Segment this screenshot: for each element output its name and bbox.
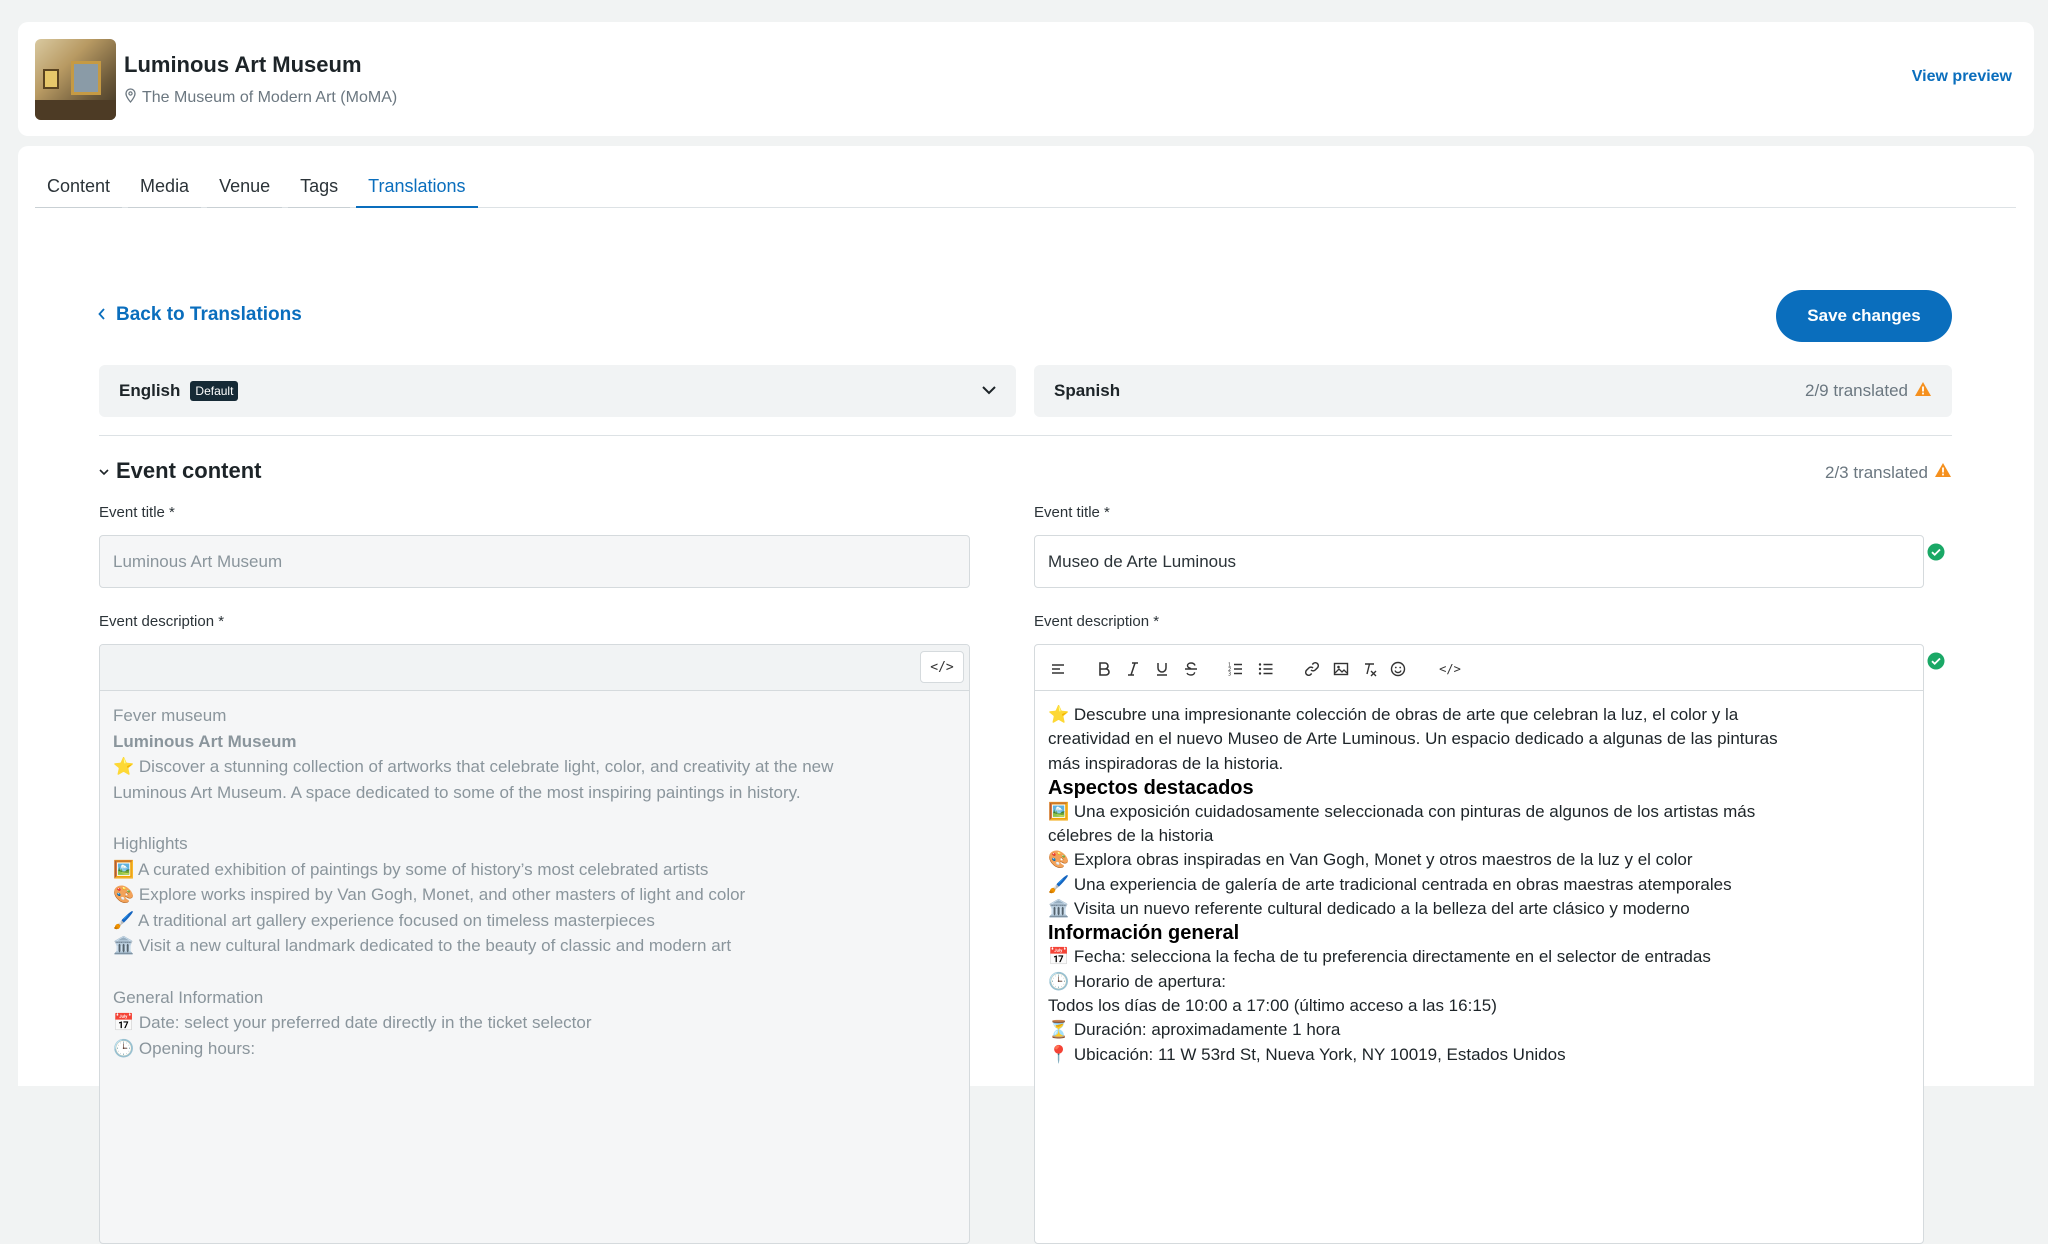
text-line: ⭐ Descubre una impresionante colección d… — [1048, 705, 1739, 724]
source-description-content: Fever museum Luminous Art Museum ⭐ Disco… — [100, 691, 969, 1073]
divider — [99, 435, 1952, 436]
tab-media[interactable]: Media — [128, 170, 202, 208]
code-view-button[interactable]: </> — [920, 651, 964, 683]
text-line: 📅 Date: select your preferred date direc… — [113, 1013, 592, 1033]
text-line: 🖼️ A curated exhibition of paintings by … — [113, 859, 709, 879]
target-language-box: Spanish 2/9 translated — [1034, 365, 1952, 417]
text-line: Fever museum — [113, 706, 227, 725]
target-title-input[interactable] — [1034, 535, 1924, 588]
location-pin-icon — [124, 88, 137, 108]
text-line: célebres de la historia — [1048, 826, 1214, 846]
check-circle-icon — [1927, 652, 1945, 670]
tab-venue[interactable]: Venue — [207, 170, 283, 208]
venue-name: The Museum of Modern Art (MoMA) — [142, 89, 398, 106]
warning-icon — [1934, 462, 1952, 483]
source-title-input — [99, 535, 970, 588]
text-line: Todos los días de 10:00 a 17:00 (último … — [1048, 995, 1497, 1015]
text-line: General Information — [113, 987, 264, 1007]
view-preview-link[interactable]: View preview — [1912, 68, 2012, 86]
ordered-list-icon[interactable]: 123 — [1227, 660, 1245, 678]
event-thumbnail — [35, 39, 116, 120]
chevron-down-icon — [980, 381, 998, 404]
heading-general-info: Información general — [1048, 922, 1240, 945]
section-status-text: 2/3 translated — [1824, 462, 1928, 482]
target-description-label: Event description * — [1034, 613, 1160, 630]
back-to-translations-link[interactable]: Back to Translations — [98, 304, 302, 326]
text-line: 🕒 Horario de apertura: — [1048, 971, 1227, 991]
target-description-content[interactable]: ⭐ Descubre una impresionante colección d… — [1035, 691, 1923, 1079]
source-description-label: Event description * — [99, 613, 225, 630]
source-language-select[interactable]: English Default — [99, 365, 1016, 417]
bold-icon[interactable] — [1095, 660, 1113, 678]
link-icon[interactable] — [1303, 660, 1321, 678]
warning-icon — [1914, 381, 1932, 402]
clear-formatting-icon[interactable] — [1361, 660, 1379, 678]
check-circle-icon — [1927, 543, 1945, 561]
image-icon[interactable] — [1332, 660, 1350, 678]
source-title-label: Event title * — [99, 504, 175, 521]
text-line: 🎨 Explore works inspired by Van Gogh, Mo… — [113, 885, 746, 905]
text-line: 🖌️ Una experiencia de galería de arte tr… — [1048, 874, 1732, 894]
target-language-name: Spanish — [1054, 381, 1121, 400]
text-line: 🏛️ Visita un nuevo referente cultural de… — [1048, 899, 1690, 919]
strikethrough-icon[interactable] — [1182, 660, 1200, 678]
heading-highlights: Aspectos destacados — [1048, 776, 1254, 799]
bullet-list-icon[interactable] — [1257, 660, 1275, 678]
text-line: Luminous Art Museum — [113, 731, 297, 751]
event-name: Luminous Art Museum — [124, 52, 362, 77]
section-status: 2/3 translated — [1825, 462, 1952, 483]
target-description-editor[interactable]: 123 </> ⭐ Descubre una impresionante col… — [1034, 644, 1924, 1244]
tab-bar: Content Media Venue Tags Translations — [35, 170, 2016, 208]
venue-row: The Museum of Modern Art (MoMA) — [124, 88, 397, 108]
default-badge: Default — [190, 381, 239, 401]
italic-icon[interactable] — [1124, 660, 1142, 678]
editor-toolbar: 123 </> — [1035, 645, 1923, 691]
align-left-icon[interactable] — [1049, 660, 1067, 678]
text-line: Highlights — [113, 833, 188, 853]
text-line: 🕒 Opening hours: — [113, 1038, 256, 1058]
tab-translations[interactable]: Translations — [356, 170, 478, 208]
text-line: 🖼️ Una exposición cuidadosamente selecci… — [1048, 801, 1756, 821]
emoji-icon[interactable] — [1389, 660, 1407, 678]
chevron-down-icon — [98, 458, 110, 484]
underline-icon[interactable] — [1153, 660, 1171, 678]
section-title: Event content — [116, 458, 262, 483]
text-line: 🏛️ Visit a new cultural landmark dedicat… — [113, 936, 732, 956]
translation-status-text: 2/9 translated — [1804, 381, 1908, 400]
save-changes-button[interactable]: Save changes — [1776, 290, 1952, 342]
chevron-left-icon — [98, 304, 106, 326]
text-line: 🖌️ A traditional art gallery experience … — [113, 910, 655, 930]
text-line: Luminous Art Museum. A space dedicated t… — [113, 782, 801, 802]
text-line: más inspiradoras de la historia. — [1048, 753, 1284, 773]
back-link-label: Back to Translations — [116, 304, 302, 325]
main-panel: Content Media Venue Tags Translations Ba… — [18, 146, 2034, 1244]
source-editor-toolbar: </> — [100, 645, 969, 691]
text-line: ⭐ Discover a stunning collection of artw… — [113, 757, 834, 777]
tab-content[interactable]: Content — [35, 170, 123, 208]
source-language-name: English — [119, 381, 181, 400]
svg-text:3: 3 — [1228, 672, 1231, 678]
text-line: 📍 Ubicación: 11 W 53rd St, Nueva York, N… — [1048, 1044, 1566, 1064]
text-line: ⏳ Duración: aproximadamente 1 hora — [1048, 1020, 1341, 1040]
translation-status: 2/9 translated — [1805, 381, 1932, 402]
source-description-editor: </> Fever museum Luminous Art Museum ⭐ D… — [99, 644, 970, 1244]
text-line: creatividad en el nuevo Museo de Arte Lu… — [1048, 729, 1778, 749]
target-title-label: Event title * — [1034, 504, 1110, 521]
text-line: 🎨 Explora obras inspiradas en Van Gogh, … — [1048, 850, 1693, 870]
tab-tags[interactable]: Tags — [288, 170, 351, 208]
event-content-section-toggle[interactable]: Event content — [98, 458, 261, 484]
code-view-button[interactable]: </> — [1437, 660, 1463, 678]
event-header: Luminous Art Museum The Museum of Modern… — [18, 22, 2034, 136]
text-line: 📅 Fecha: selecciona la fecha de tu prefe… — [1048, 947, 1711, 967]
